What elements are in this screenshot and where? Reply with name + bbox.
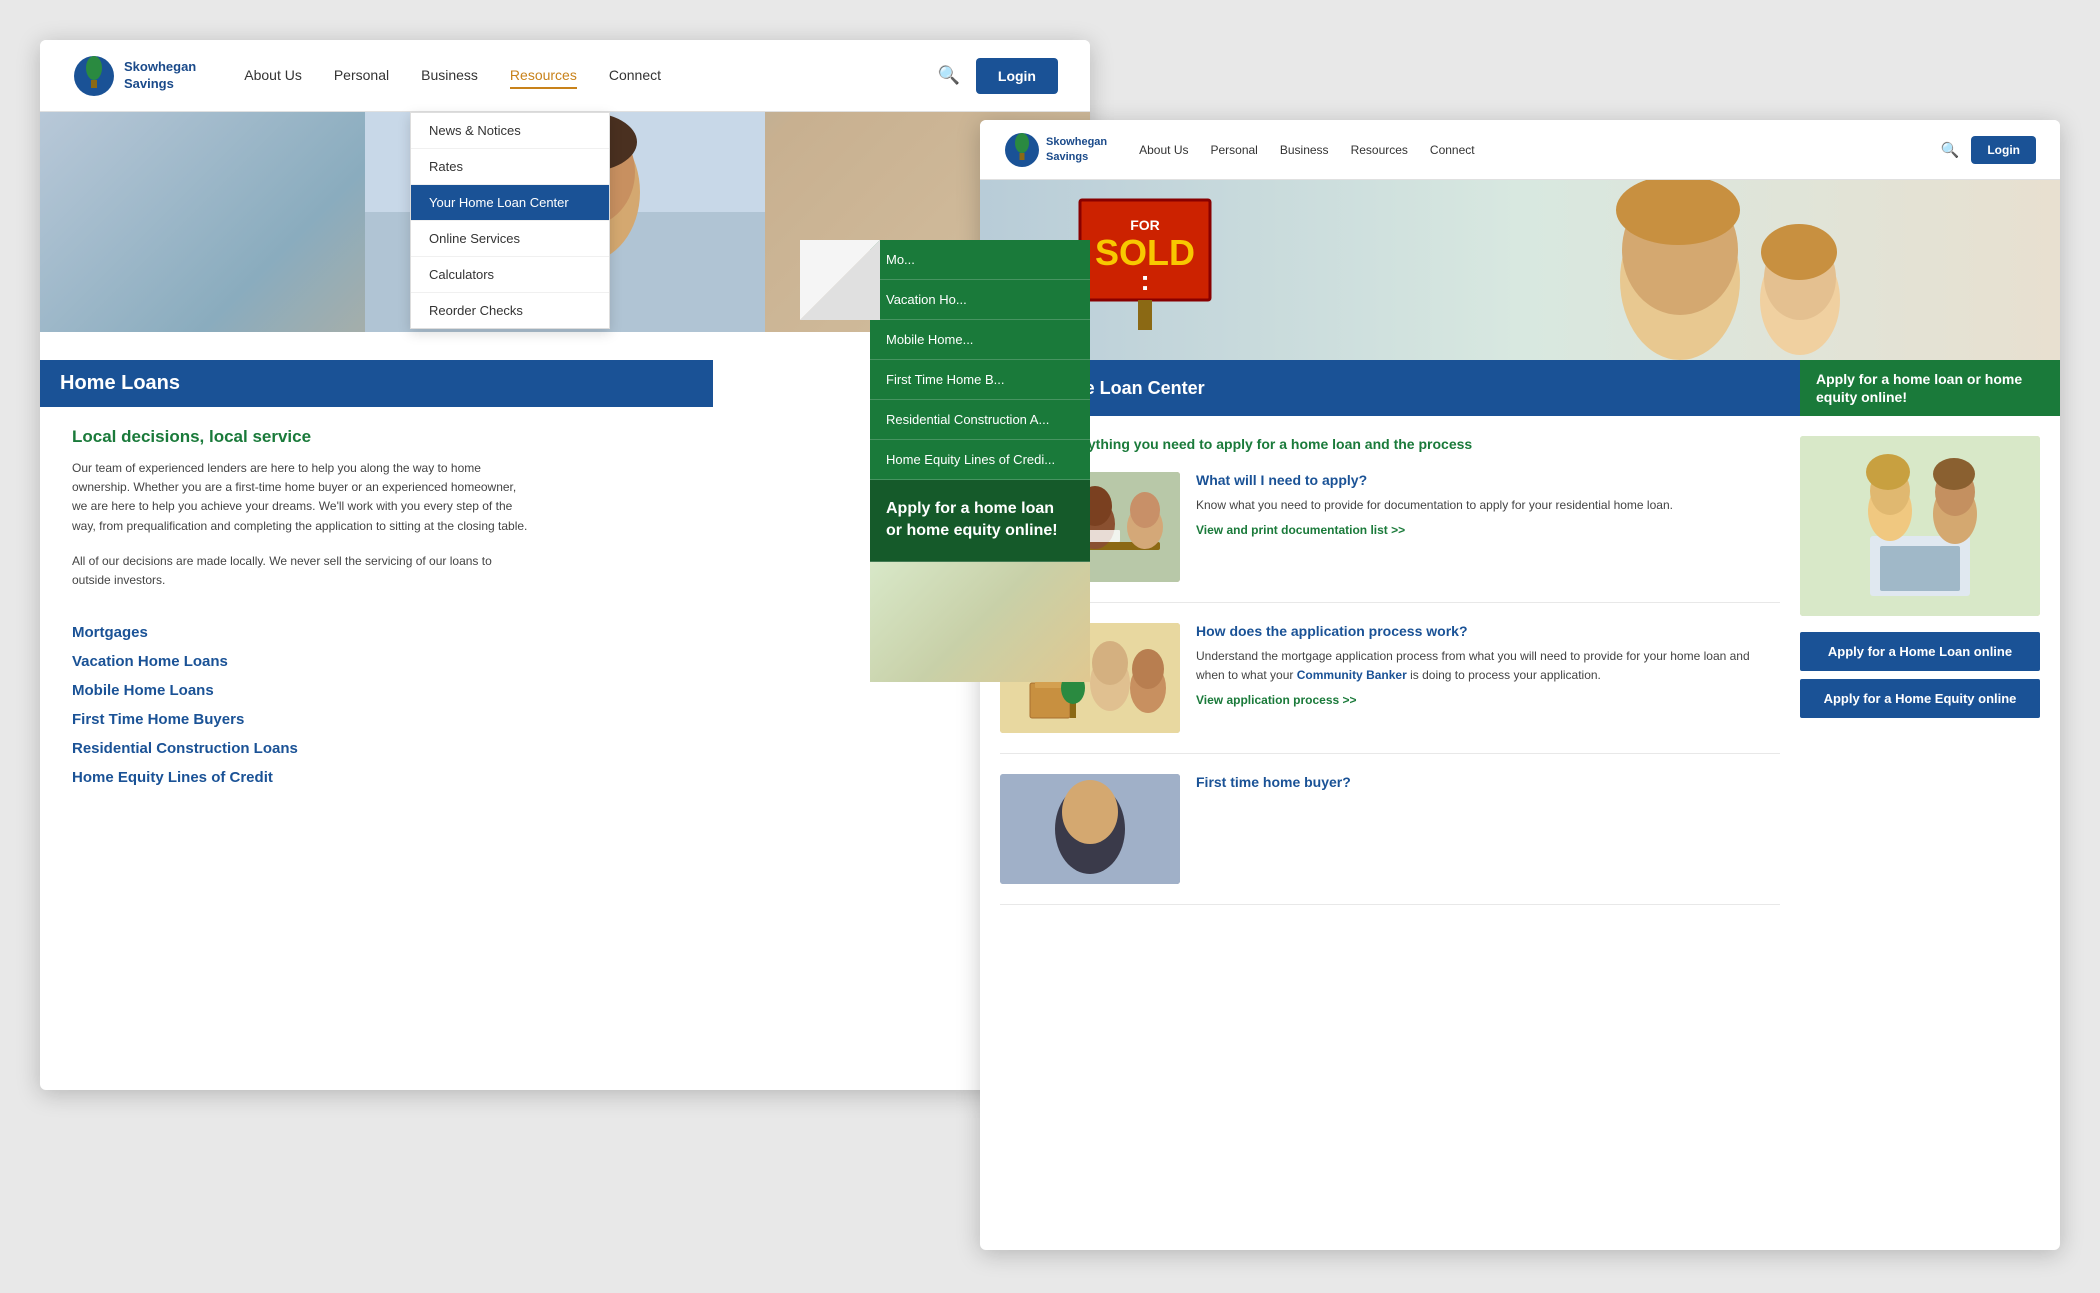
- card-1-title: What will I need to apply?: [1196, 472, 1780, 488]
- sidebar-right: Apply for a Home Loan online Apply for a…: [1800, 436, 2040, 925]
- dropdown-rates[interactable]: Rates: [411, 149, 609, 185]
- main-content-right: Find out everything you need to apply fo…: [980, 416, 2060, 945]
- nav-links-right: About Us Personal Business Resources Con…: [1139, 143, 1941, 157]
- dropdown-calculators[interactable]: Calculators: [411, 257, 609, 293]
- hero-image-right: FOR SOLD :: [980, 180, 2060, 360]
- peek-home-equity: Home Equity Lines of Credi...: [870, 440, 1090, 480]
- hero-bg-right: FOR SOLD :: [980, 180, 2060, 360]
- link-mobile-home[interactable]: Mobile Home Loans: [72, 682, 1058, 699]
- nav-resources[interactable]: Resources: [510, 63, 577, 89]
- content-primary: Find out everything you need to apply fo…: [1000, 436, 1780, 925]
- screenshot-left: Skowhegan Savings About Us Personal Busi…: [40, 40, 1090, 1090]
- search-icon[interactable]: 🔍: [937, 65, 959, 86]
- card-2-link[interactable]: View application process >>: [1196, 693, 1780, 707]
- link-residential-construction[interactable]: Residential Construction Loans: [72, 740, 1058, 757]
- sidebar-svg: [1800, 436, 2040, 616]
- card-2-text: How does the application process work? U…: [1196, 623, 1780, 733]
- svg-text:FOR: FOR: [1130, 217, 1160, 233]
- dropdown-reorder-checks[interactable]: Reorder Checks: [411, 293, 609, 328]
- peek-mo: Mo...: [870, 240, 1090, 280]
- banner-row: Your Home Loan Center Apply for a home l…: [980, 360, 2060, 416]
- screenshots-container: Skowhegan Savings About Us Personal Busi…: [40, 40, 2060, 1253]
- hero-svg-right: FOR SOLD :: [980, 180, 2060, 360]
- nav-sm-business[interactable]: Business: [1280, 143, 1329, 157]
- peek-mobile: Mobile Home...: [870, 320, 1090, 360]
- link-home-equity[interactable]: Home Equity Lines of Credit: [72, 769, 1058, 786]
- nav-connect[interactable]: Connect: [609, 63, 661, 89]
- search-icon-right[interactable]: 🔍: [1941, 141, 1960, 159]
- resources-dropdown: News & Notices Rates Your Home Loan Cent…: [410, 112, 610, 329]
- card-2-title: How does the application process work?: [1196, 623, 1780, 639]
- dropdown-home-loan-center[interactable]: Your Home Loan Center: [411, 185, 609, 221]
- right-panel-peek: Mo... Vacation Ho... Mobile Home... Firs…: [870, 240, 1090, 682]
- peek-residential: Residential Construction A...: [870, 400, 1090, 440]
- card-1-link[interactable]: View and print documentation list >>: [1196, 523, 1780, 537]
- logo-right: Skowhegan Savings: [1004, 132, 1107, 168]
- card-3-title: First time home buyer?: [1196, 774, 1780, 790]
- community-banker-link[interactable]: Community Banker: [1297, 668, 1407, 682]
- info-card-1: What will I need to apply? Know what you…: [1000, 472, 1780, 603]
- nav-personal[interactable]: Personal: [334, 63, 389, 89]
- nav-about-us[interactable]: About Us: [244, 63, 302, 89]
- navbar-right: Skowhegan Savings About Us Personal Busi…: [980, 120, 2060, 180]
- first-time-img: [1000, 774, 1180, 884]
- apply-online-banner: Apply for a home loan or home equity onl…: [1800, 360, 2060, 416]
- logo-text-left: Skowhegan Savings: [124, 59, 196, 93]
- peek-vacation: Vacation Ho...: [870, 280, 1090, 320]
- sidebar-image: [1800, 436, 2040, 616]
- fold-white: [800, 240, 880, 320]
- peek-first-time: First Time Home B...: [870, 360, 1090, 400]
- nav-business[interactable]: Business: [421, 63, 478, 89]
- card-2-body: Understand the mortgage application proc…: [1196, 647, 1780, 685]
- logo-text-right: Skowhegan Savings: [1046, 135, 1107, 164]
- nav-sm-personal[interactable]: Personal: [1210, 143, 1257, 157]
- card-3-image: [1000, 774, 1180, 884]
- home-loans-banner: Home Loans: [40, 360, 713, 407]
- body-text-1: Our team of experienced lenders are here…: [72, 459, 532, 536]
- link-first-time[interactable]: First Time Home Buyers: [72, 711, 1058, 728]
- logo-icon-right: [1004, 132, 1040, 168]
- grandparent-laptop-img: [1800, 436, 2040, 616]
- card-3-text: First time home buyer?: [1196, 774, 1780, 884]
- card3-svg: [1000, 774, 1180, 884]
- apply-home-equity-btn[interactable]: Apply for a Home Equity online: [1800, 679, 2040, 718]
- info-card-3: First time home buyer?: [1000, 774, 1780, 905]
- nav-links-left: About Us Personal Business Resources Con…: [244, 63, 937, 89]
- nav-sm-resources[interactable]: Resources: [1351, 143, 1408, 157]
- navbar-left: Skowhegan Savings About Us Personal Busi…: [40, 40, 1090, 112]
- nav-right-left: 🔍 Login: [937, 58, 1058, 94]
- home-loan-center-banner: Your Home Loan Center: [980, 360, 1800, 416]
- apply-peek-text: Apply for a home loan or home equity onl…: [886, 498, 1074, 543]
- find-out-text: Find out everything you need to apply fo…: [1000, 436, 1780, 452]
- dropdown-online-services[interactable]: Online Services: [411, 221, 609, 257]
- login-button-left[interactable]: Login: [976, 58, 1058, 94]
- screenshot-right: Skowhegan Savings About Us Personal Busi…: [980, 120, 2060, 1250]
- peek-apply: Apply for a home loan or home equity onl…: [870, 480, 1090, 562]
- nav-sm-connect[interactable]: Connect: [1430, 143, 1475, 157]
- logo-left: Skowhegan Savings: [72, 54, 196, 98]
- apply-home-loan-btn[interactable]: Apply for a Home Loan online: [1800, 632, 2040, 671]
- card-1-text: What will I need to apply? Know what you…: [1196, 472, 1780, 582]
- dropdown-news[interactable]: News & Notices: [411, 113, 609, 149]
- login-button-right[interactable]: Login: [1971, 136, 2036, 164]
- body-text-2: All of our decisions are made locally. W…: [72, 552, 532, 590]
- info-card-2: How does the application process work? U…: [1000, 623, 1780, 754]
- logo-icon-left: [72, 54, 116, 98]
- nav-sm-about[interactable]: About Us: [1139, 143, 1188, 157]
- svg-text::: :: [1140, 265, 1149, 296]
- card-1-body: Know what you need to provide for docume…: [1196, 496, 1780, 515]
- nav-right-sm: 🔍 Login: [1941, 136, 2036, 164]
